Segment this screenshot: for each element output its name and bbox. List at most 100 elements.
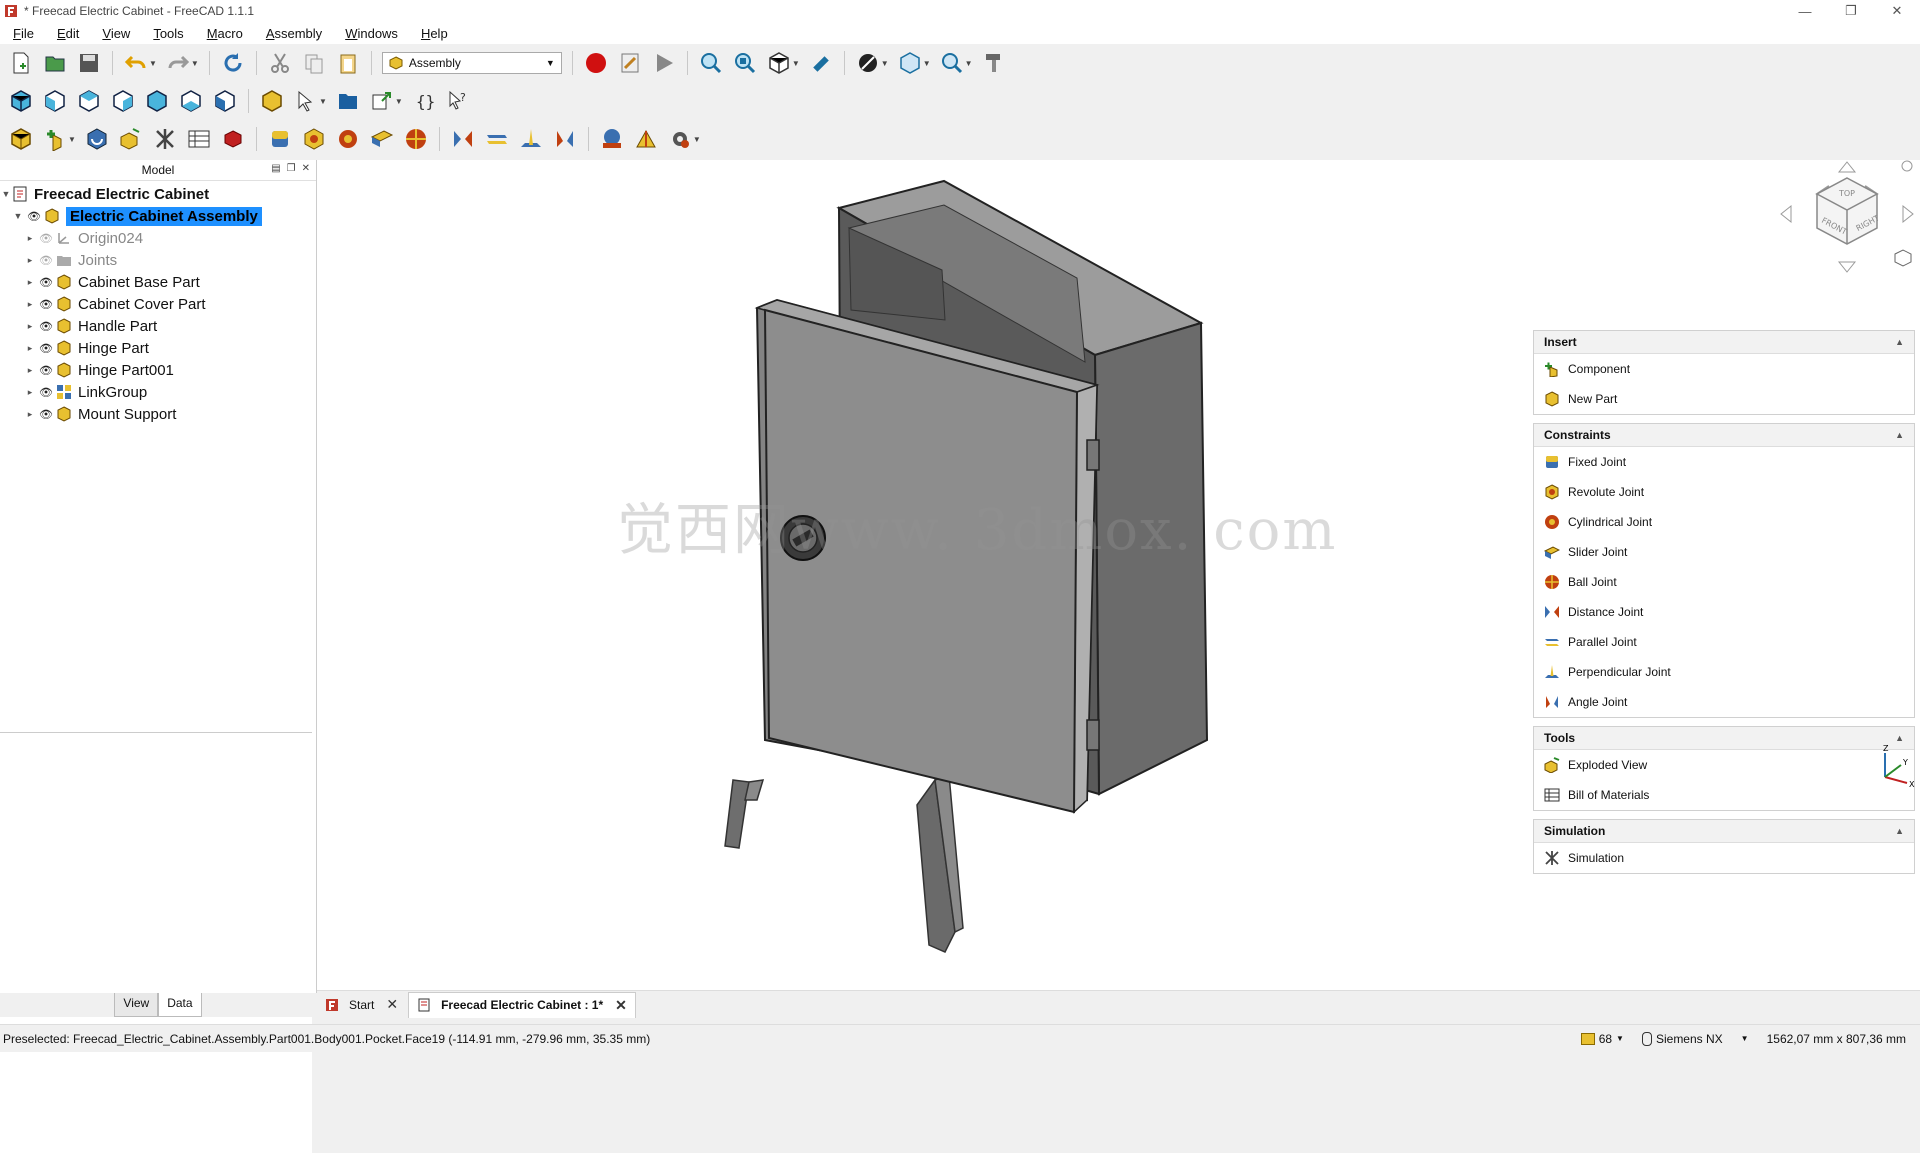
zoom-dropdown-icon[interactable]: ▼ [965,59,973,68]
tree-item[interactable]: ▸ 👁 LinkGroup [0,381,316,403]
expand-arrow-icon[interactable]: ▸ [24,299,36,310]
close-tab-icon[interactable]: ✕ [386,996,398,1013]
visibility-eye-icon[interactable]: 👁 [39,408,53,421]
open-document-button[interactable] [40,48,70,78]
task-exploded-view[interactable]: Exploded View [1534,750,1914,780]
expand-arrow-icon[interactable]: ▸ [24,255,36,266]
tree-item-assembly[interactable]: ▼ 👁 Electric Cabinet Assembly [0,205,316,227]
refresh-button[interactable] [218,48,248,78]
3d-viewport[interactable]: 觉西网www. 3dmox. com TOP FRONT RIGHT Inser… [317,160,1920,993]
tools-section-header[interactable]: Tools ▲ [1534,727,1914,750]
undo-button[interactable] [121,48,151,78]
expand-arrow-icon[interactable]: ▼ [0,189,12,199]
save-button[interactable] [74,48,104,78]
hidden-eye-icon[interactable]: 👁 [39,254,53,267]
task-angle-joint[interactable]: Angle Joint [1534,687,1914,717]
toggle-joints-button[interactable] [631,124,661,154]
expand-arrow-icon[interactable]: ▸ [24,233,36,244]
component-dropdown-icon[interactable]: ▼ [68,135,76,144]
ground-button[interactable] [218,124,248,154]
task-cylindrical-joint[interactable]: Cylindrical Joint [1534,507,1914,537]
insert-component-button[interactable] [40,124,70,154]
perpendicular-joint-button[interactable] [516,124,546,154]
undo-dropdown-icon[interactable]: ▼ [149,59,157,68]
create-group-button[interactable] [291,86,321,116]
new-document-button[interactable] [6,48,36,78]
tree-item[interactable]: ▸ 👁 Cabinet Base Part [0,271,316,293]
group-dropdown-icon[interactable]: ▼ [319,97,327,106]
tab-document[interactable]: Freecad Electric Cabinet : 1* ✕ [408,991,636,1018]
minimize-button[interactable]: — [1782,0,1828,22]
collapse-up-icon[interactable]: ▲ [1895,733,1904,743]
tree-item[interactable]: ▸ 👁 Origin024 [0,227,316,249]
run-macro-button[interactable] [649,48,679,78]
constraints-section-header[interactable]: Constraints ▲ [1534,424,1914,447]
task-simulation[interactable]: Simulation [1534,843,1914,873]
restore-button[interactable]: ❐ [1828,0,1874,22]
menu-edit[interactable]: Edit [44,26,89,41]
menu-macro[interactable]: Macro [194,26,253,41]
menu-help[interactable]: Help [408,26,458,41]
solve-assembly-button[interactable] [82,124,112,154]
view-right-button[interactable] [108,86,138,116]
expand-arrow-icon[interactable]: ▸ [24,343,36,354]
parallel-joint-button[interactable] [482,124,512,154]
visibility-eye-icon[interactable]: 👁 [27,210,41,223]
tree-item[interactable]: ▸ 👁 Hinge Part001 [0,359,316,381]
visibility-eye-icon[interactable]: 👁 [39,386,53,399]
ball-joint-button[interactable] [401,124,431,154]
task-new-part[interactable]: New Part [1534,384,1914,414]
create-part-button[interactable] [257,86,287,116]
navigation-style-selector[interactable]: Siemens NX ▼ [1641,1031,1749,1046]
view-rear-button[interactable] [142,86,172,116]
simulation-section-header[interactable]: Simulation ▲ [1534,820,1914,843]
distance-joint-button[interactable] [448,124,478,154]
task-ball-joint[interactable]: Ball Joint [1534,567,1914,597]
task-component[interactable]: Component [1534,354,1914,384]
fixed-joint-button[interactable] [265,124,295,154]
macro-editor-button[interactable] [615,48,645,78]
close-tab-icon[interactable]: ✕ [615,997,627,1014]
task-bill-of-materials[interactable]: Bill of Materials [1534,780,1914,810]
create-folder-button[interactable] [333,86,363,116]
menu-tools[interactable]: Tools [140,26,193,41]
close-window-button[interactable]: ✕ [1874,0,1920,22]
draw-style-button[interactable] [853,48,883,78]
expand-arrow-icon[interactable]: ▸ [24,409,36,420]
workbench-selector[interactable]: Assembly ▼ [381,52,562,74]
redo-button[interactable] [163,48,193,78]
views-dropdown-icon[interactable]: ▼ [792,59,800,68]
view-front-button[interactable] [40,86,70,116]
standard-views-button[interactable] [764,48,794,78]
collapse-panel-icon[interactable]: ▤ [271,163,280,174]
view-top-button[interactable] [74,86,104,116]
visibility-eye-icon[interactable]: 👁 [39,320,53,333]
insert-section-header[interactable]: Insert ▲ [1534,331,1914,354]
collapse-up-icon[interactable]: ▲ [1895,430,1904,440]
revolute-joint-button[interactable] [299,124,329,154]
view-bottom-button[interactable] [176,86,206,116]
menu-view[interactable]: View [89,26,140,41]
paste-button[interactable] [333,48,363,78]
whats-this-tool-button[interactable] [979,48,1009,78]
exploded-view-button[interactable] [116,124,146,154]
expand-arrow-icon[interactable]: ▸ [24,321,36,332]
cylindrical-joint-button[interactable] [333,124,363,154]
tab-data[interactable]: Data [158,993,202,1017]
create-assembly-button[interactable] [6,124,36,154]
menu-file[interactable]: File [0,26,44,41]
task-fixed-joint[interactable]: Fixed Joint [1534,447,1914,477]
cache-indicator[interactable]: 68 ▼ [1580,1032,1624,1046]
task-slider-joint[interactable]: Slider Joint [1534,537,1914,567]
menu-windows[interactable]: Windows [332,26,408,41]
expand-arrow-icon[interactable]: ▸ [24,277,36,288]
tree-item[interactable]: ▸ 👁 Cabinet Cover Part [0,293,316,315]
tree-item[interactable]: ▸ 👁 Hinge Part [0,337,316,359]
settings-dropdown-icon[interactable]: ▼ [693,135,701,144]
tree-item[interactable]: ▸ 👁 Joints [0,249,316,271]
task-perpendicular-joint[interactable]: Perpendicular Joint [1534,657,1914,687]
expand-arrow-icon[interactable]: ▸ [24,387,36,398]
zoom-button[interactable] [937,48,967,78]
angle-joint-button[interactable] [550,124,580,154]
visibility-eye-icon[interactable]: 👁 [39,364,53,377]
